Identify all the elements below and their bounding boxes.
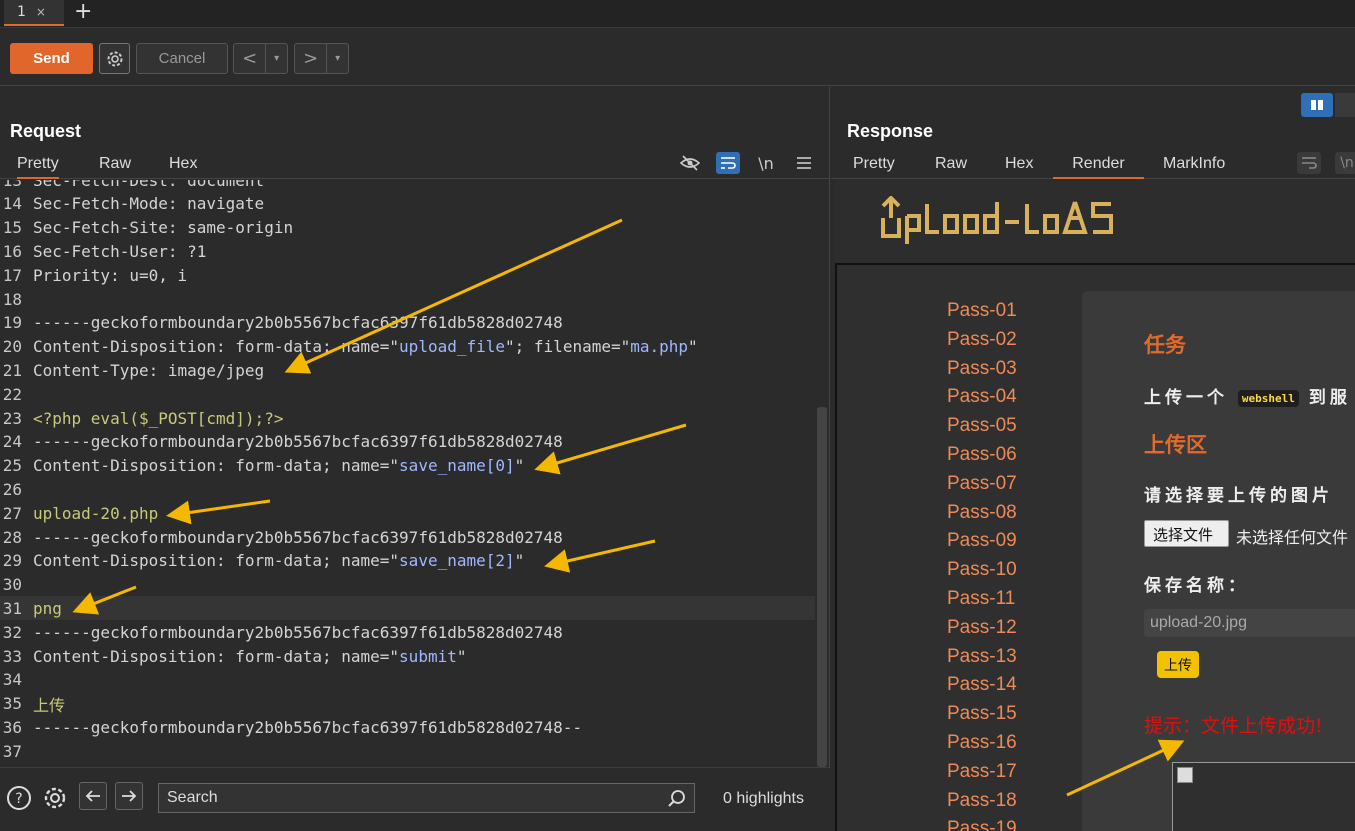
pass-link[interactable]: Pass-16 bbox=[947, 732, 1047, 761]
menu-icon[interactable] bbox=[792, 152, 816, 174]
rendered-page: Pass-01 Pass-02 Pass-03 Pass-04 Pass-05 Pass-… bbox=[835, 263, 1355, 831]
pass-link[interactable]: Pass-01 bbox=[947, 300, 1047, 329]
cancel-button[interactable]: Cancel bbox=[136, 43, 228, 74]
gear-icon[interactable] bbox=[41, 784, 69, 812]
request-panel: Request Pretty Raw Hex \n 13 Sec-Fetch-De… bbox=[0, 87, 830, 831]
search-icon bbox=[668, 790, 685, 807]
render-view: Pass-01 Pass-02 Pass-03 Pass-04 Pass-05 Pass-… bbox=[835, 180, 1355, 831]
highlights-count: 0 highlights bbox=[723, 790, 804, 807]
task-heading: 任务 bbox=[1144, 333, 1186, 357]
upload-text: 请选择要上传的图片 bbox=[1144, 486, 1333, 506]
hide-icon[interactable] bbox=[678, 152, 702, 174]
save-name-label: 保存名称： bbox=[1144, 576, 1249, 596]
tab-hex[interactable]: Hex bbox=[1005, 155, 1033, 179]
pass-link[interactable]: Pass-02 bbox=[947, 329, 1047, 358]
no-file-label: 未选择任何文件 bbox=[1236, 528, 1349, 547]
chevron-down-icon[interactable]: ▾ bbox=[265, 44, 287, 73]
next-match-button[interactable] bbox=[115, 782, 143, 810]
pass-link[interactable]: Pass-19 bbox=[947, 818, 1047, 831]
arrow-right-icon bbox=[122, 790, 137, 802]
request-view-icons: \n bbox=[678, 151, 816, 175]
layout-toggle-button[interactable] bbox=[1301, 93, 1333, 117]
response-view-icons: \n bbox=[1297, 151, 1355, 175]
pass-link[interactable]: Pass-08 bbox=[947, 502, 1047, 531]
pass-link[interactable]: Pass-18 bbox=[947, 790, 1047, 819]
tab-pretty[interactable]: Pretty bbox=[17, 155, 59, 179]
back-button[interactable]: < ▾ bbox=[233, 43, 288, 74]
forward-icon: > bbox=[303, 48, 319, 69]
response-panel: Response Pretty Raw Hex Render MarkInfo … bbox=[831, 87, 1355, 831]
task-text: 上传一个 webshell 到服 bbox=[1144, 388, 1351, 408]
close-icon[interactable]: × bbox=[36, 5, 46, 19]
pass-link[interactable]: Pass-04 bbox=[947, 386, 1047, 415]
tab-raw[interactable]: Raw bbox=[935, 155, 967, 179]
annotation-arrow bbox=[1066, 739, 1185, 797]
svg-text:?: ? bbox=[15, 791, 22, 807]
upload-labs-logo bbox=[881, 196, 1113, 244]
bottom-bar: ? 0 highlights bbox=[0, 767, 830, 831]
newline-icon[interactable]: \n bbox=[754, 152, 778, 174]
pass-link[interactable]: Pass-07 bbox=[947, 473, 1047, 502]
response-title: Response bbox=[847, 121, 934, 141]
tab-render[interactable]: Render bbox=[1053, 155, 1144, 179]
pass-link[interactable]: Pass-05 bbox=[947, 415, 1047, 444]
request-title: Request bbox=[10, 121, 82, 141]
pass-link[interactable]: Pass-13 bbox=[947, 646, 1047, 675]
gear-icon bbox=[107, 51, 122, 66]
pass-list: Pass-01 Pass-02 Pass-03 Pass-04 Pass-05 Pass-… bbox=[947, 300, 1047, 831]
pass-link[interactable]: Pass-09 bbox=[947, 530, 1047, 559]
webshell-code: webshell bbox=[1237, 389, 1299, 407]
search-input[interactable] bbox=[158, 783, 695, 813]
add-tab-button[interactable]: + bbox=[74, 0, 92, 24]
arrow-left-icon bbox=[85, 790, 100, 802]
back-icon: < bbox=[242, 48, 258, 69]
pass-link[interactable]: Pass-15 bbox=[947, 703, 1047, 732]
forward-button[interactable]: > ▾ bbox=[294, 43, 349, 74]
pass-link[interactable]: Pass-10 bbox=[947, 559, 1047, 588]
response-tabs: Pretty Raw Hex Render MarkInfo bbox=[831, 153, 1355, 179]
columns-icon bbox=[1311, 100, 1323, 110]
wrap-icon[interactable] bbox=[716, 152, 740, 174]
save-name-input[interactable] bbox=[1144, 609, 1355, 637]
choose-file-button[interactable]: 选择文件 bbox=[1144, 520, 1229, 547]
send-button[interactable]: Send bbox=[10, 43, 93, 74]
upload-button[interactable]: 上传 bbox=[1157, 651, 1199, 678]
upload-success-tip: 提示：文件上传成功! bbox=[1144, 715, 1323, 737]
layout-option-button[interactable] bbox=[1335, 93, 1355, 117]
tab-pretty[interactable]: Pretty bbox=[853, 155, 895, 179]
tab-label: 1 bbox=[17, 4, 26, 20]
pass-link[interactable]: Pass-03 bbox=[947, 358, 1047, 387]
pass-link[interactable]: Pass-11 bbox=[947, 588, 1047, 617]
tab-hex[interactable]: Hex bbox=[169, 155, 197, 179]
pass-link[interactable]: Pass-12 bbox=[947, 617, 1047, 646]
pass-link[interactable]: Pass-17 bbox=[947, 761, 1047, 790]
tab-raw[interactable]: Raw bbox=[99, 155, 131, 179]
pass-link[interactable]: Pass-14 bbox=[947, 674, 1047, 703]
tab-bar: 1 × + bbox=[0, 0, 1355, 28]
chevron-down-icon[interactable]: ▾ bbox=[326, 44, 348, 73]
newline-icon[interactable]: \n bbox=[1335, 152, 1355, 174]
wrap-icon[interactable] bbox=[1297, 152, 1321, 174]
previous-match-button[interactable] bbox=[79, 782, 107, 810]
pass-link[interactable]: Pass-06 bbox=[947, 444, 1047, 473]
help-icon[interactable]: ? bbox=[5, 784, 33, 812]
upload-heading: 上传区 bbox=[1144, 433, 1207, 457]
tab-markinfo[interactable]: MarkInfo bbox=[1163, 155, 1225, 179]
tab-1[interactable]: 1 × bbox=[4, 0, 64, 26]
toolbar: Send Cancel < ▾ > ▾ bbox=[0, 28, 1355, 86]
settings-button[interactable] bbox=[99, 43, 130, 74]
annotation-arrows bbox=[72, 218, 687, 615]
uploaded-image bbox=[1172, 762, 1355, 831]
